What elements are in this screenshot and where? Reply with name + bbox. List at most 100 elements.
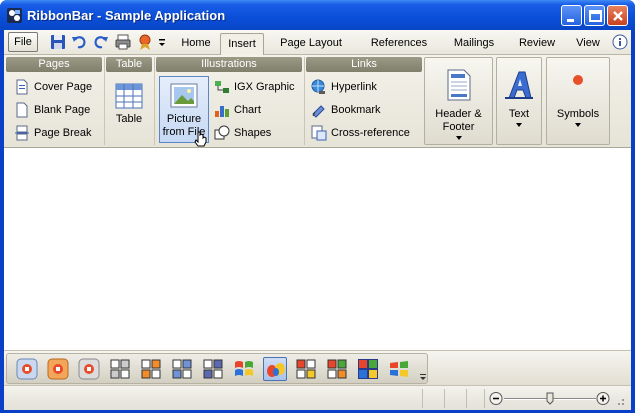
table-icon	[115, 83, 143, 109]
style-office-2003-olive-button[interactable]	[201, 357, 225, 381]
zoom-slider-thumb[interactable]	[546, 392, 554, 405]
tab-insert[interactable]: Insert	[220, 33, 264, 56]
office-2003-blue-icon	[172, 359, 192, 379]
office-2007-blue-icon	[16, 358, 38, 380]
header-footer-icon	[447, 69, 470, 101]
style-office-2003-silver-button[interactable]	[108, 357, 132, 381]
file-button[interactable]: File	[8, 32, 38, 52]
print-icon[interactable]	[114, 33, 132, 51]
maximize-button[interactable]	[584, 5, 605, 26]
ribbon-tab-row: File Home Insert Page Layout References …	[4, 30, 631, 56]
minimize-button[interactable]	[561, 5, 582, 26]
window-title: RibbonBar - Sample Application	[27, 8, 226, 23]
chart-icon	[215, 106, 229, 117]
close-button[interactable]	[607, 5, 628, 26]
group-title-illustrations: Illustrations	[156, 57, 302, 72]
style-windows-xp-button[interactable]	[232, 357, 256, 381]
chart-label: Chart	[234, 104, 261, 116]
resize-grip-icon[interactable]	[618, 399, 624, 405]
cross-reference-icon	[311, 125, 327, 141]
picture-icon	[170, 83, 198, 108]
symbols-icon	[573, 75, 583, 85]
tab-mailings[interactable]: Mailings	[448, 33, 500, 55]
group-title-pages: Pages	[6, 57, 102, 72]
shapes-label: Shapes	[234, 127, 272, 139]
style-windows-flag-2-button[interactable]	[325, 357, 349, 381]
zoom-in-icon[interactable]	[596, 392, 610, 405]
redo-icon[interactable]	[92, 33, 110, 51]
table-button[interactable]: Table	[108, 77, 150, 143]
qat-dropdown-icon[interactable]	[156, 33, 168, 51]
ribbon-panel: Pages Cover Page Blank Page Page Break T…	[4, 55, 631, 148]
dropdown-arrow-icon	[575, 123, 581, 127]
cover-page-icon	[16, 79, 28, 95]
group-title-links: Links	[306, 57, 422, 72]
status-separator	[484, 389, 485, 408]
page-break-icon	[15, 125, 29, 141]
bookmark-icon	[312, 105, 325, 118]
help-icon[interactable]	[612, 34, 628, 50]
tab-references[interactable]: References	[364, 33, 434, 55]
group-separator	[304, 57, 305, 145]
zoom-out-icon[interactable]	[489, 392, 503, 405]
client-area: File Home Insert Page Layout References …	[4, 30, 631, 410]
style-office-2007-silver-button[interactable]	[77, 357, 101, 381]
close-icon	[613, 11, 623, 21]
status-separator	[444, 389, 445, 408]
symbols-label: Symbols	[556, 108, 600, 120]
windows-flag-1-icon	[296, 359, 316, 379]
header-footer-label-line1: Header &	[435, 108, 482, 120]
bottom-toolbar-area	[4, 350, 631, 385]
style-vista-button[interactable]	[263, 357, 287, 381]
style-office-2003-blue-button[interactable]	[170, 357, 194, 381]
windows-xp-icon	[235, 361, 253, 376]
ribbon-award-icon[interactable]	[136, 33, 154, 51]
cover-page-label: Cover Page	[34, 81, 93, 93]
style-windows-flag-4-button[interactable]	[387, 357, 411, 381]
picture-label-line1: Picture	[166, 113, 202, 125]
style-office-2003-orange-button[interactable]	[139, 357, 163, 381]
windows-flag-2-icon	[327, 359, 347, 379]
application-window: RibbonBar - Sample Application File Home…	[0, 0, 635, 413]
windows-flag-4-icon	[390, 361, 408, 377]
style-office-2007-orange-button[interactable]	[46, 357, 70, 381]
minimize-icon	[567, 19, 574, 22]
office-2007-silver-icon	[78, 358, 100, 380]
style-office-2007-blue-button[interactable]	[15, 357, 39, 381]
maximize-icon	[589, 10, 602, 22]
text-icon	[505, 71, 533, 99]
tab-page-layout[interactable]: Page Layout	[275, 33, 347, 55]
document-area[interactable]	[4, 148, 631, 350]
cross-reference-label: Cross-reference	[331, 127, 410, 139]
page-break-label: Page Break	[34, 127, 92, 139]
hyperlink-icon	[311, 79, 325, 94]
status-separator	[466, 389, 467, 408]
header-footer-button[interactable]: Header & Footer	[424, 57, 493, 145]
title-bar[interactable]: RibbonBar - Sample Application	[0, 0, 635, 30]
table-label: Table	[115, 113, 143, 125]
zoom-slider[interactable]	[488, 389, 628, 408]
office-2003-orange-icon	[141, 359, 161, 379]
blank-page-icon	[16, 102, 28, 118]
tab-review[interactable]: Review	[514, 33, 560, 55]
shapes-icon	[214, 125, 230, 140]
hyperlink-label: Hyperlink	[331, 81, 377, 93]
blank-page-label: Blank Page	[34, 104, 91, 116]
symbols-button[interactable]: Symbols	[546, 57, 610, 145]
vista-icon	[267, 363, 285, 377]
dropdown-arrow-icon	[516, 123, 522, 127]
style-windows-flag-1-button[interactable]	[294, 357, 318, 381]
text-button[interactable]: Text	[496, 57, 542, 145]
style-toolstrip	[6, 353, 428, 384]
text-label: Text	[508, 108, 530, 120]
undo-icon[interactable]	[70, 33, 88, 51]
tab-view[interactable]: View	[570, 33, 606, 55]
tab-home[interactable]: Home	[176, 33, 216, 55]
office-2003-silver-icon	[110, 359, 130, 379]
style-windows-flag-3-button[interactable]	[356, 357, 380, 381]
save-icon[interactable]	[49, 33, 67, 51]
mouse-cursor-icon	[194, 131, 207, 147]
header-footer-label-line2: Footer	[442, 121, 475, 133]
group-separator	[154, 57, 155, 145]
toolstrip-overflow-icon[interactable]	[420, 374, 426, 380]
